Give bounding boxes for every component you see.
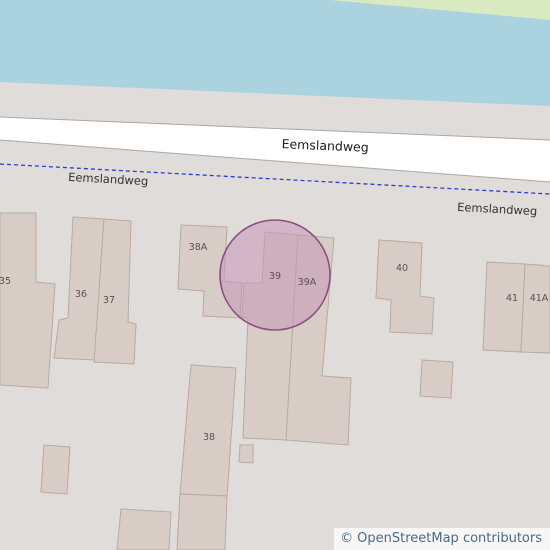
house-number-39: 39 — [269, 271, 281, 282]
house-number-40: 40 — [396, 263, 408, 274]
house-number-36: 36 — [75, 289, 87, 300]
building-38-annex[interactable] — [176, 493, 228, 550]
building-shed-right[interactable] — [419, 359, 454, 399]
building-small-square[interactable] — [238, 444, 254, 464]
house-number-35: 35 — [0, 276, 11, 287]
house-number-39a: 39A — [298, 277, 317, 288]
copyright-icon: © — [340, 531, 354, 546]
house-number-37: 37 — [103, 295, 115, 306]
map-attribution: © OpenStreetMap contributors — [334, 528, 550, 550]
house-number-38a: 38A — [189, 242, 208, 253]
building-shed-left[interactable] — [40, 444, 71, 495]
house-number-41: 41 — [506, 293, 518, 304]
building-bottom-left[interactable] — [116, 508, 172, 550]
building-41[interactable] — [482, 261, 526, 353]
map-canvas[interactable]: Eemslandweg Eemslandweg Eemslandweg 35 3… — [0, 0, 550, 550]
house-number-41a: 41A — [530, 293, 549, 304]
building-41a[interactable] — [520, 263, 550, 354]
attribution-link[interactable]: OpenStreetMap contributors — [357, 528, 542, 550]
house-number-38: 38 — [203, 432, 215, 443]
